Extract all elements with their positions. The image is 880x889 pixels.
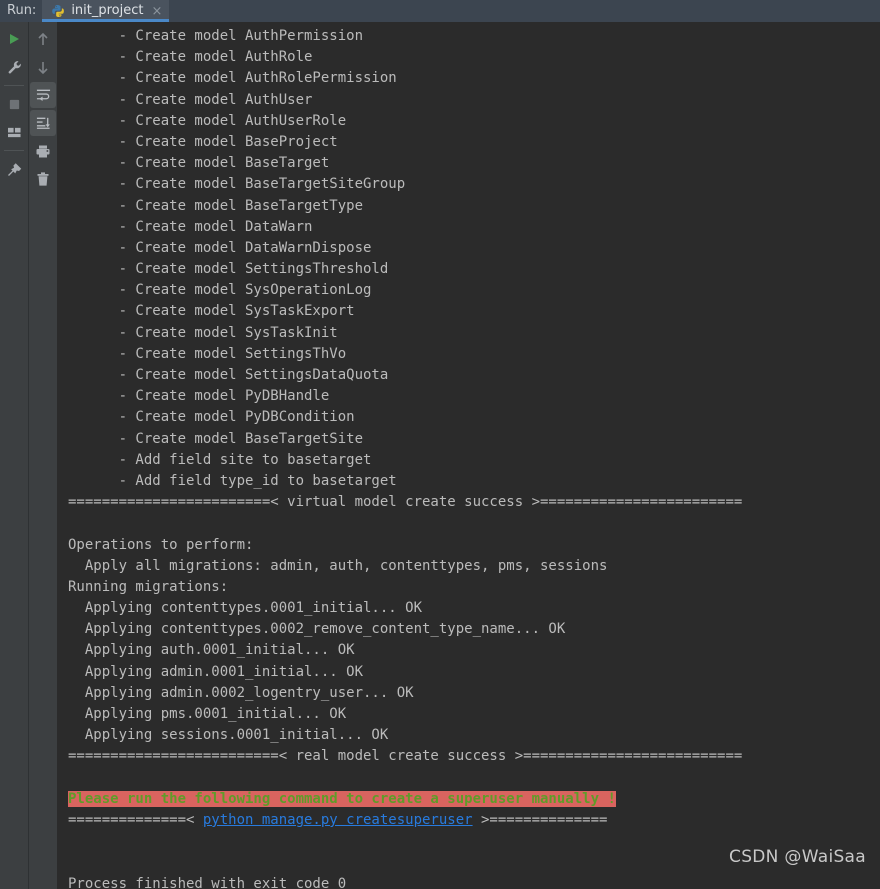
console-line: - Create model SysTaskExport xyxy=(68,303,355,320)
createsuperuser-command-link[interactable]: python manage.py createsuperuser xyxy=(203,812,473,828)
console-line: - Create model AuthRole xyxy=(68,49,313,66)
console-output: - Create model AuthPermission - Create m… xyxy=(58,22,742,889)
toolbar-divider-2 xyxy=(4,150,24,151)
console-line: - Create model SettingsDataQuota xyxy=(68,367,389,383)
layout-button[interactable] xyxy=(1,119,27,145)
pin-button[interactable] xyxy=(1,156,27,182)
console-line: - Create model SettingsThreshold xyxy=(68,261,389,278)
rerun-button[interactable] xyxy=(1,26,27,52)
console-line: Applying sessions.0001_initial... OK xyxy=(68,727,389,744)
console-line: Applying contenttypes.0002_remove_conten… xyxy=(68,621,566,638)
layout-icon xyxy=(7,126,22,139)
console-line: - Create model AuthUser xyxy=(68,91,313,108)
console-line: =========================< real model cr… xyxy=(68,748,743,765)
down-arrow-button[interactable] xyxy=(30,54,56,80)
play-icon xyxy=(7,32,21,46)
superuser-warning-text: Please run the following command to crea… xyxy=(68,790,616,807)
console-line: - Create model PyDBCondition xyxy=(68,409,355,426)
console-line: Please run the following command to crea… xyxy=(68,789,742,810)
wrench-settings-button[interactable] xyxy=(1,54,27,80)
printer-icon xyxy=(35,144,51,159)
up-arrow-button[interactable] xyxy=(30,26,56,52)
wrench-icon xyxy=(7,60,22,75)
console-line: Running migrations: xyxy=(68,578,229,595)
console-actions-toolbar xyxy=(28,22,57,889)
console-line: Process finished with exit code 0 xyxy=(68,875,347,889)
console-line: Applying admin.0001_initial... OK xyxy=(68,663,364,680)
scroll-to-end-button[interactable] xyxy=(30,110,56,136)
console-line: - Create model SettingsThVo xyxy=(68,345,347,362)
run-console[interactable]: - Create model AuthPermission - Create m… xyxy=(58,22,880,889)
console-line: - Create model PyDBHandle xyxy=(68,388,330,405)
trash-icon xyxy=(36,171,50,187)
console-line: - Create model AuthRolePermission xyxy=(68,70,397,87)
console-line: - Add field site to basetarget xyxy=(68,451,372,468)
stop-button[interactable] xyxy=(1,91,27,117)
link-line-prefix: ==============< xyxy=(68,811,203,828)
soft-wrap-button[interactable] xyxy=(30,82,56,108)
console-line: - Create model BaseTargetSite xyxy=(68,430,364,447)
console-line: - Create model AuthUserRole xyxy=(68,112,347,129)
console-line: - Create model SysOperationLog xyxy=(68,282,372,299)
console-line: - Create model BaseTargetSiteGroup xyxy=(68,176,406,193)
scroll-to-end-icon xyxy=(36,116,51,130)
console-line: - Create model BaseTargetType xyxy=(68,197,364,214)
tab-init-project[interactable]: init_project × xyxy=(42,0,170,22)
arrow-up-icon xyxy=(36,32,50,47)
console-line: - Create model DataWarn xyxy=(68,218,313,235)
console-line: - Create model BaseTarget xyxy=(68,155,330,172)
console-line: - Create model BaseProject xyxy=(68,133,338,150)
python-icon xyxy=(51,4,71,18)
console-line: Applying pms.0001_initial... OK xyxy=(68,706,347,722)
run-actions-toolbar xyxy=(0,22,28,889)
arrow-down-icon xyxy=(36,60,50,75)
console-line: Operations to perform: xyxy=(68,536,254,553)
tab-title: init_project xyxy=(71,3,144,18)
print-button[interactable] xyxy=(30,138,56,164)
console-line: Apply all migrations: admin, auth, conte… xyxy=(68,557,608,574)
console-line: Applying auth.0001_initial... OK xyxy=(68,642,355,659)
console-line: - Create model SysTaskInit xyxy=(68,324,338,341)
pin-icon xyxy=(7,162,22,177)
toolbar-divider xyxy=(4,85,24,86)
soft-wrap-icon xyxy=(36,88,51,102)
console-line: ==============< python manage.py creates… xyxy=(68,810,742,831)
link-line-suffix: >============== xyxy=(472,811,608,828)
stop-icon xyxy=(8,98,21,111)
close-icon[interactable]: × xyxy=(152,5,163,18)
console-line: - Create model DataWarnDispose xyxy=(68,239,372,256)
run-tool-window-label: Run: xyxy=(7,3,37,18)
console-line: Applying admin.0002_logentry_user... OK xyxy=(68,684,414,701)
console-line: Applying contenttypes.0001_initial... OK xyxy=(68,600,423,617)
console-line: ========================< virtual model … xyxy=(68,494,743,511)
console-line: - Create model AuthPermission xyxy=(68,28,364,44)
run-tool-window-tabbar: Run: init_project × xyxy=(0,0,880,22)
trash-button[interactable] xyxy=(30,166,56,192)
console-line: - Add field type_id to basetarget xyxy=(68,472,397,489)
